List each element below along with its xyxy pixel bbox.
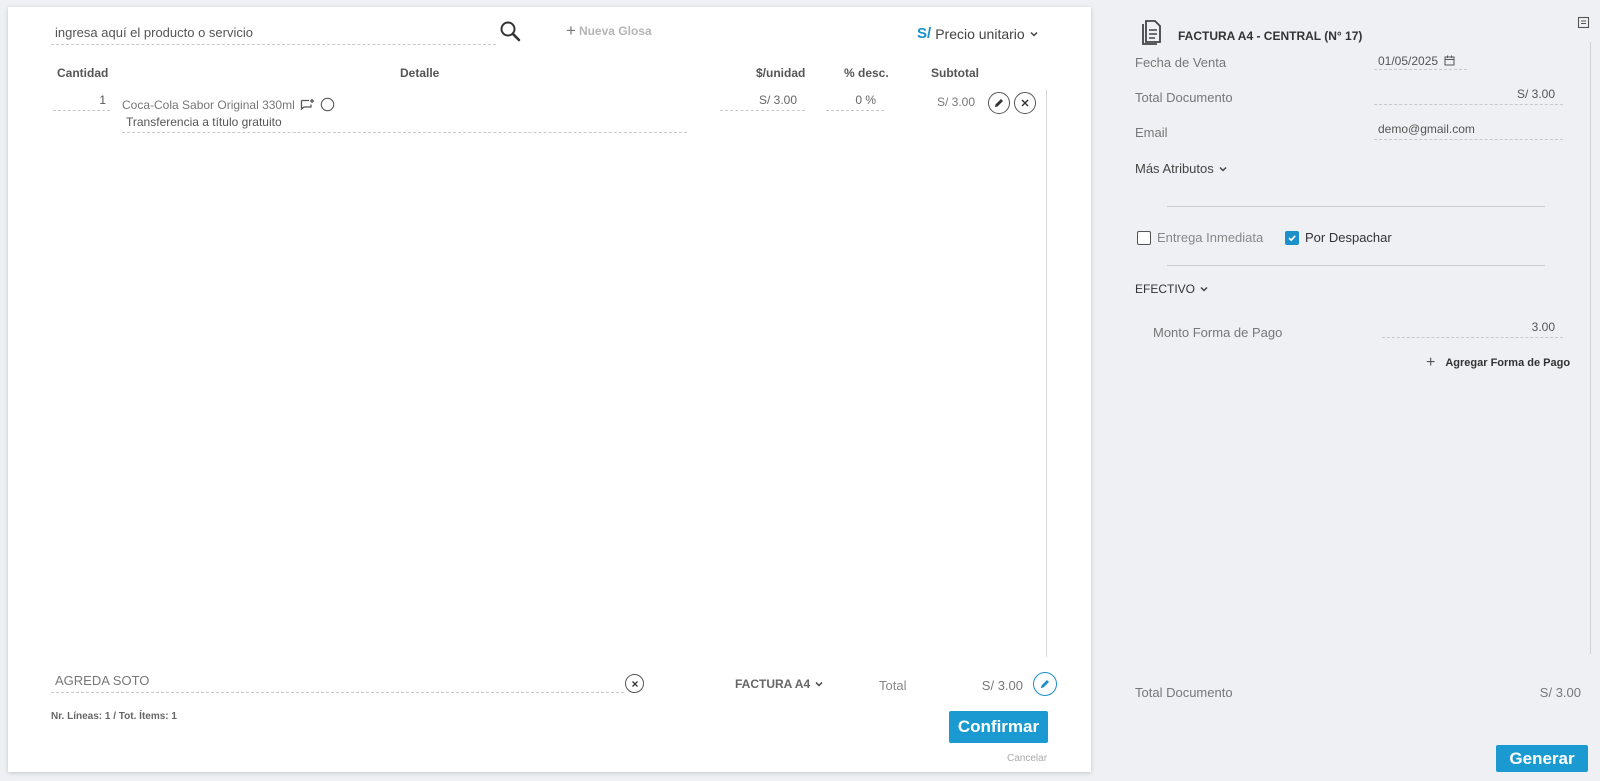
document-title: FACTURA A4 - CENTRAL (N° 17) bbox=[1178, 29, 1363, 43]
calendar-icon bbox=[1444, 55, 1455, 66]
entrega-inmediata-label: Entrega Inmediata bbox=[1157, 230, 1264, 245]
line-item-counts: Nr. Líneas: 1 / Tot. Ítems: 1 bbox=[51, 711, 177, 722]
total-document-field[interactable]: S/ 3.00 bbox=[1374, 87, 1563, 105]
line-product: Coca-Cola Sabor Original 330ml bbox=[122, 97, 335, 112]
sale-date-label: Fecha de Venta bbox=[1135, 55, 1227, 70]
cancel-link[interactable]: Cancelar bbox=[1007, 753, 1047, 764]
chevron-down-icon bbox=[815, 681, 823, 687]
line-unit-price-input[interactable]: S/ 3.00 bbox=[720, 93, 805, 111]
circle-toggle-icon[interactable] bbox=[320, 97, 335, 112]
line-detail-input[interactable]: Transferencia a título gratuito bbox=[122, 115, 687, 133]
close-icon bbox=[631, 680, 638, 687]
checkbox-empty-icon bbox=[1137, 230, 1151, 245]
pencil-icon bbox=[1041, 680, 1049, 688]
payment-amount-field[interactable]: 3.00 bbox=[1382, 320, 1563, 338]
price-mode-dropdown[interactable]: S/ Precio unitario bbox=[917, 25, 1039, 42]
sale-date-field[interactable]: 01/05/2025 bbox=[1374, 52, 1467, 70]
payment-method-dropdown[interactable]: EFECTIVO bbox=[1135, 282, 1209, 296]
total-document-label: Total Documento bbox=[1135, 90, 1233, 105]
edit-total-button[interactable] bbox=[1033, 672, 1057, 696]
total-value: S/ 3.00 bbox=[981, 678, 1023, 693]
line-discount-input[interactable]: 0 % bbox=[826, 93, 884, 111]
product-search-field[interactable] bbox=[51, 21, 496, 45]
currency-symbol: S/ bbox=[917, 25, 932, 42]
add-payment-method-label: Agregar Forma de Pago bbox=[1445, 357, 1571, 369]
generate-button[interactable]: Generar bbox=[1496, 745, 1588, 772]
chevron-down-icon bbox=[1200, 286, 1208, 292]
bottom-total-value: S/ 3.00 bbox=[1539, 685, 1581, 700]
search-icon[interactable] bbox=[498, 19, 524, 45]
new-glosa-label: Nueva Glosa bbox=[578, 24, 652, 38]
chevron-down-icon bbox=[1030, 31, 1038, 37]
plus-icon: + bbox=[1426, 354, 1436, 371]
confirm-button[interactable]: Confirmar bbox=[949, 711, 1048, 743]
checkbox-checked-icon bbox=[1285, 230, 1299, 245]
lines-divider bbox=[1046, 90, 1047, 657]
total-label: Total bbox=[879, 678, 907, 693]
column-header-unit-price: $/unidad bbox=[756, 66, 806, 80]
payment-amount-label: Monto Forma de Pago bbox=[1153, 325, 1283, 340]
payment-method-label: EFECTIVO bbox=[1135, 282, 1196, 296]
email-label: Email bbox=[1135, 125, 1168, 140]
expand-icon[interactable] bbox=[1577, 16, 1591, 30]
doc-type-label: FACTURA A4 bbox=[735, 677, 811, 691]
line-subtotal: S/ 3.00 bbox=[936, 95, 975, 109]
add-payment-method-button[interactable]: + Agregar Forma de Pago bbox=[1426, 354, 1570, 372]
plus-icon: + bbox=[566, 21, 576, 40]
pencil-icon bbox=[995, 99, 1003, 107]
remove-line-button[interactable] bbox=[1014, 92, 1036, 114]
entrega-inmediata-checkbox[interactable]: Entrega Inmediata bbox=[1137, 230, 1263, 245]
por-despachar-label: Por Despachar bbox=[1305, 230, 1392, 245]
column-header-discount: % desc. bbox=[844, 66, 889, 80]
por-despachar-checkbox[interactable]: Por Despachar bbox=[1285, 230, 1392, 245]
divider bbox=[1167, 265, 1545, 266]
close-icon bbox=[1021, 99, 1029, 107]
edit-line-button[interactable] bbox=[988, 92, 1010, 114]
email-field[interactable]: demo@gmail.com bbox=[1374, 122, 1563, 140]
more-attributes-toggle[interactable]: Más Atributos bbox=[1135, 161, 1228, 176]
price-mode-label: Precio unitario bbox=[935, 25, 1025, 42]
more-attributes-label: Más Atributos bbox=[1135, 161, 1214, 176]
product-search-input[interactable] bbox=[51, 21, 496, 43]
sale-date-value: 01/05/2025 bbox=[1378, 53, 1439, 68]
divider bbox=[1167, 206, 1545, 207]
new-glosa-button[interactable]: + Nueva Glosa bbox=[566, 21, 652, 40]
line-qty-input[interactable]: 1 bbox=[53, 93, 110, 111]
scroll-divider bbox=[1590, 42, 1591, 654]
column-header-subtotal: Subtotal bbox=[931, 66, 979, 80]
line-product-name: Coca-Cola Sabor Original 330ml bbox=[122, 97, 295, 112]
clear-client-button[interactable] bbox=[625, 674, 644, 693]
invoice-lines-panel: + Nueva Glosa S/ Precio unitario Cantida… bbox=[8, 7, 1091, 772]
doc-type-dropdown[interactable]: FACTURA A4 bbox=[735, 677, 824, 691]
chevron-down-icon bbox=[1219, 166, 1227, 172]
client-field[interactable]: AGREDA SOTO bbox=[51, 673, 624, 693]
bottom-total-label: Total Documento bbox=[1135, 685, 1233, 700]
document-icon bbox=[1139, 17, 1163, 45]
column-header-detail: Detalle bbox=[400, 66, 440, 80]
comment-add-icon[interactable] bbox=[300, 98, 315, 112]
column-header-qty: Cantidad bbox=[57, 66, 109, 80]
